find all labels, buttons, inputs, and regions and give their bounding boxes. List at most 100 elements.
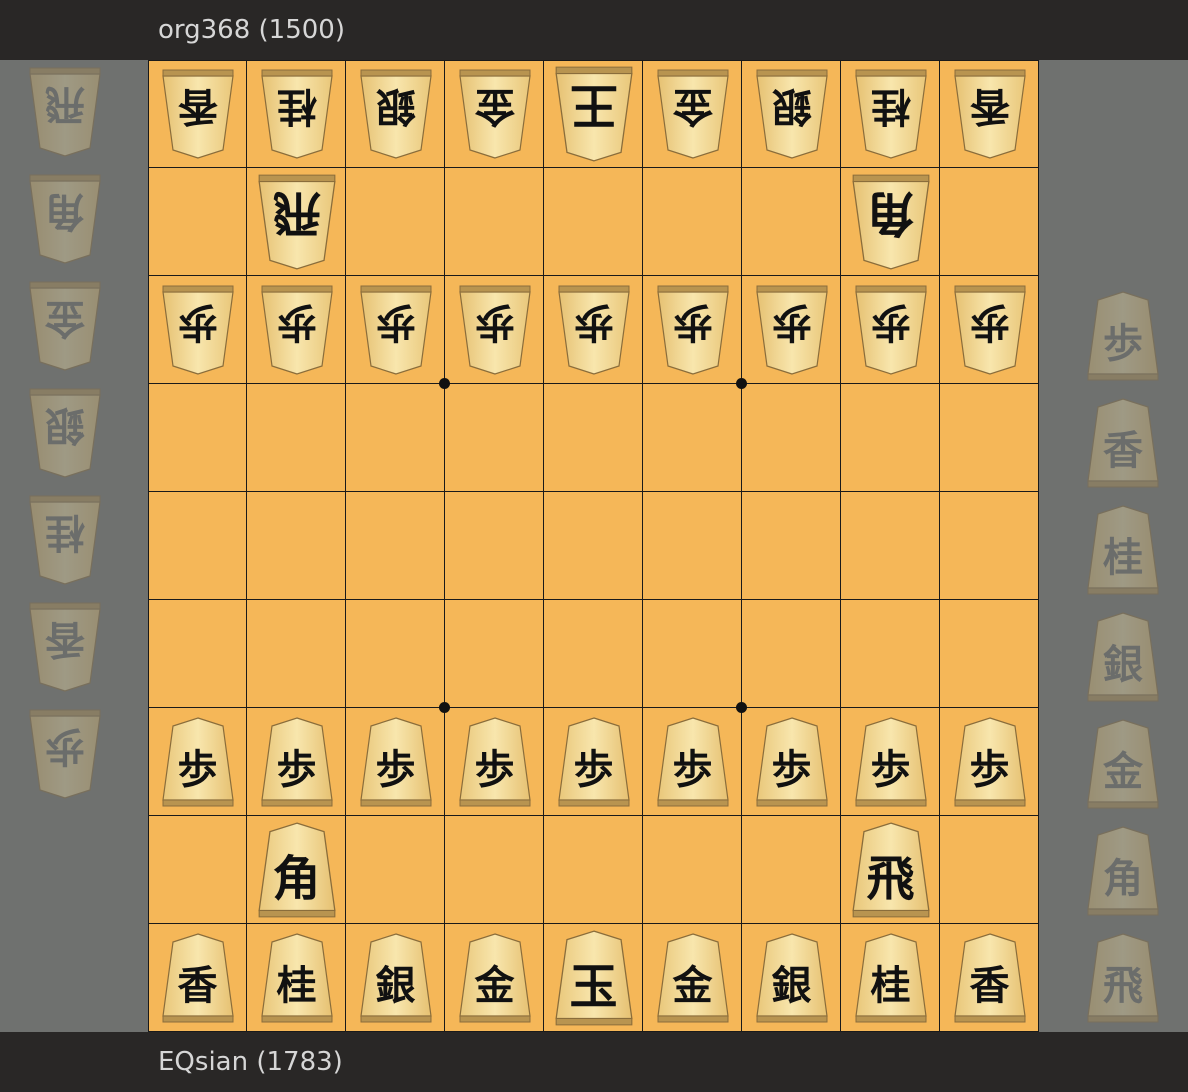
board-square[interactable] [544, 600, 643, 708]
board-square[interactable] [148, 600, 247, 708]
gote-piece[interactable]: 歩 [755, 284, 829, 376]
hand-piece[interactable]: 飛 [28, 66, 102, 158]
gote-piece[interactable]: 歩 [260, 284, 334, 376]
board-square[interactable] [940, 816, 1039, 924]
board-square[interactable] [148, 384, 247, 492]
sente-piece[interactable]: 金 [458, 932, 532, 1024]
hand-piece[interactable]: 角 [28, 173, 102, 265]
gote-piece[interactable]: 金 [458, 68, 532, 160]
board-square[interactable] [643, 600, 742, 708]
board-square[interactable] [148, 168, 247, 276]
gote-piece[interactable]: 角 [851, 173, 931, 271]
board-square[interactable] [742, 168, 841, 276]
board-square[interactable] [346, 492, 445, 600]
board-square[interactable] [445, 168, 544, 276]
board-square[interactable] [544, 168, 643, 276]
board-square[interactable] [940, 600, 1039, 708]
gote-piece[interactable]: 歩 [854, 284, 928, 376]
board-square[interactable] [346, 816, 445, 924]
hand-piece[interactable]: 金 [1086, 718, 1160, 810]
gote-piece[interactable]: 歩 [161, 284, 235, 376]
board-square[interactable] [247, 600, 346, 708]
board-square[interactable] [940, 492, 1039, 600]
board-square[interactable] [445, 384, 544, 492]
board-square[interactable] [940, 168, 1039, 276]
board-square[interactable] [742, 600, 841, 708]
piece-label: 香 [45, 616, 85, 663]
board-square[interactable] [148, 816, 247, 924]
board-square[interactable] [346, 168, 445, 276]
sente-piece[interactable]: 歩 [557, 716, 631, 808]
sente-piece[interactable]: 銀 [755, 932, 829, 1024]
board-square[interactable] [841, 384, 940, 492]
gote-piece[interactable]: 桂 [260, 68, 334, 160]
hand-piece[interactable]: 銀 [1086, 611, 1160, 703]
gote-piece[interactable]: 銀 [755, 68, 829, 160]
sente-piece[interactable]: 香 [161, 932, 235, 1024]
sente-piece[interactable]: 歩 [854, 716, 928, 808]
sente-piece[interactable]: 歩 [161, 716, 235, 808]
sente-piece[interactable]: 歩 [458, 716, 532, 808]
board-square[interactable] [247, 384, 346, 492]
board-square[interactable] [346, 600, 445, 708]
board-square[interactable] [445, 600, 544, 708]
board-square[interactable] [742, 384, 841, 492]
sente-piece[interactable]: 香 [953, 932, 1027, 1024]
gote-piece[interactable]: 王 [554, 65, 634, 163]
gote-piece[interactable]: 桂 [854, 68, 928, 160]
hand-piece[interactable]: 銀 [28, 387, 102, 479]
piece-label: 歩 [474, 299, 515, 346]
sente-piece[interactable]: 歩 [953, 716, 1027, 808]
sente-piece[interactable]: 歩 [260, 716, 334, 808]
gote-piece[interactable]: 歩 [458, 284, 532, 376]
sente-piece[interactable]: 歩 [755, 716, 829, 808]
board-square[interactable] [445, 816, 544, 924]
board-square[interactable] [643, 492, 742, 600]
gote-piece[interactable]: 歩 [656, 284, 730, 376]
sente-piece[interactable]: 歩 [656, 716, 730, 808]
board-square[interactable] [841, 600, 940, 708]
gote-piece[interactable]: 歩 [953, 284, 1027, 376]
sente-piece[interactable]: 玉 [554, 929, 634, 1027]
hand-piece[interactable]: 飛 [1086, 932, 1160, 1024]
board-square[interactable] [346, 384, 445, 492]
sente-piece[interactable]: 歩 [359, 716, 433, 808]
board-square[interactable] [544, 384, 643, 492]
hand-piece[interactable]: 歩 [1086, 290, 1160, 382]
board-square[interactable] [643, 816, 742, 924]
hand-piece[interactable]: 角 [1086, 825, 1160, 917]
sente-piece[interactable]: 桂 [260, 932, 334, 1024]
sente-piece[interactable]: 桂 [854, 932, 928, 1024]
gote-piece[interactable]: 銀 [359, 68, 433, 160]
piece-label: 銀 [771, 962, 812, 1009]
board-square[interactable] [148, 492, 247, 600]
hand-piece[interactable]: 金 [28, 280, 102, 372]
board-square[interactable] [544, 816, 643, 924]
piece-label: 歩 [672, 746, 713, 793]
board-square[interactable] [445, 492, 544, 600]
board-square[interactable] [643, 168, 742, 276]
sente-piece[interactable]: 銀 [359, 932, 433, 1024]
gote-piece[interactable]: 金 [656, 68, 730, 160]
board-square[interactable] [841, 492, 940, 600]
board-square[interactable] [247, 492, 346, 600]
hand-piece[interactable]: 歩 [28, 708, 102, 800]
gote-piece[interactable]: 香 [161, 68, 235, 160]
board-square[interactable] [940, 384, 1039, 492]
board-square[interactable] [643, 384, 742, 492]
hand-piece[interactable]: 香 [28, 601, 102, 693]
sente-piece[interactable]: 金 [656, 932, 730, 1024]
hand-piece[interactable]: 桂 [1086, 504, 1160, 596]
gote-piece[interactable]: 飛 [257, 173, 337, 271]
piece-label: 歩 [771, 746, 812, 793]
hand-piece[interactable]: 香 [1086, 397, 1160, 489]
board-square[interactable] [742, 492, 841, 600]
sente-piece[interactable]: 飛 [851, 821, 931, 919]
board-square[interactable] [742, 816, 841, 924]
hand-piece[interactable]: 桂 [28, 494, 102, 586]
gote-piece[interactable]: 歩 [557, 284, 631, 376]
gote-piece[interactable]: 歩 [359, 284, 433, 376]
sente-piece[interactable]: 角 [257, 821, 337, 919]
gote-piece[interactable]: 香 [953, 68, 1027, 160]
board-square[interactable] [544, 492, 643, 600]
